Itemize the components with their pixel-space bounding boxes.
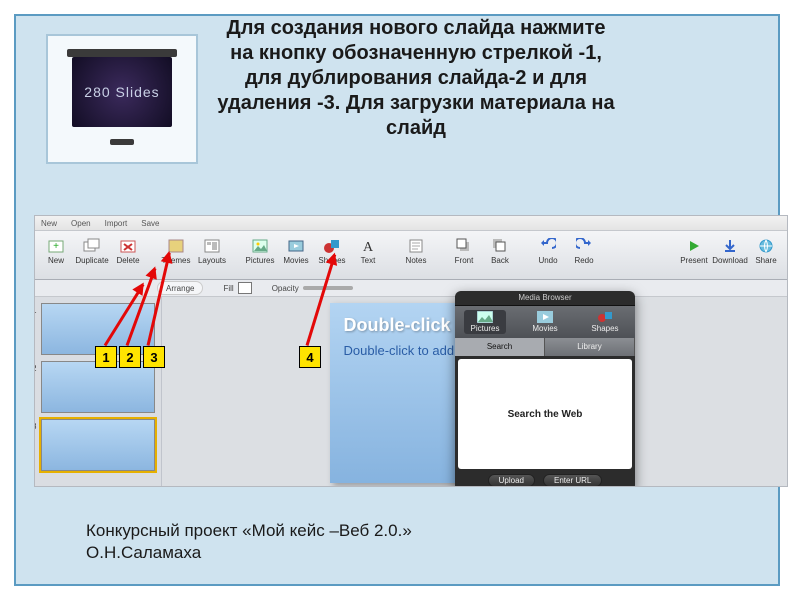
menu-open[interactable]: Open (71, 219, 91, 228)
new-slide-button[interactable]: + New (39, 233, 73, 273)
media-tab-pictures[interactable]: Pictures (464, 310, 506, 334)
media-browser-title: Media Browser (455, 291, 635, 306)
annotation-label-3: 3 (143, 346, 165, 368)
svg-text:+: + (53, 241, 59, 252)
notes-icon (408, 235, 424, 257)
movies-button[interactable]: Movies (279, 233, 313, 273)
text-button[interactable]: A Text (351, 233, 385, 273)
slide-thumbnail-3[interactable]: 3 (41, 419, 155, 471)
download-button[interactable]: Download (713, 233, 747, 273)
share-button[interactable]: Share (749, 233, 783, 273)
media-search-body[interactable]: Search the Web (458, 359, 632, 469)
duplicate-slide-button[interactable]: Duplicate (75, 233, 109, 273)
bring-front-button[interactable]: Front (447, 233, 481, 273)
redo-button[interactable]: Redo (567, 233, 601, 273)
notes-button[interactable]: Notes (399, 233, 433, 273)
redo-icon (576, 235, 592, 257)
send-back-button[interactable]: Back (483, 233, 517, 273)
slide-subtitle-placeholder[interactable]: Double-click to add (344, 343, 455, 358)
delete-icon (120, 235, 136, 257)
back-icon (492, 235, 508, 257)
annotation-label-1: 1 (95, 346, 117, 368)
movies-icon (288, 235, 304, 257)
delete-slide-button[interactable]: Delete (111, 233, 145, 273)
share-icon (758, 235, 774, 257)
footer-line-1: Конкурсный проект «Мой кейс –Веб 2.0.» (86, 520, 412, 542)
instruction-text: Для создания нового слайда нажмите на кн… (216, 16, 616, 141)
media-tab-shapes[interactable]: Shapes (584, 310, 626, 334)
movies-icon (537, 311, 553, 323)
shapes-icon (597, 311, 613, 323)
upload-button[interactable]: Upload (488, 474, 535, 486)
plus-icon: + (48, 235, 64, 257)
annotation-label-4: 4 (299, 346, 321, 368)
media-subtab-library[interactable]: Library (545, 338, 635, 356)
media-subtab-search[interactable]: Search (455, 338, 545, 356)
layouts-button[interactable]: Layouts (195, 233, 229, 273)
menu-import[interactable]: Import (105, 219, 128, 228)
opacity-control[interactable]: Opacity (272, 284, 353, 293)
pictures-icon (477, 311, 493, 323)
annotation-label-2: 2 (119, 346, 141, 368)
undo-icon (540, 235, 556, 257)
footer-credit: Конкурсный проект «Мой кейс –Веб 2.0.» О… (86, 520, 412, 564)
fill-control[interactable]: Fill (223, 282, 251, 294)
media-tab-movies[interactable]: Movies (524, 310, 566, 334)
app-logo-card: 280 Slides (46, 34, 198, 164)
app-menu-bar: New Open Import Save (35, 216, 787, 230)
app-screenshot: New Open Import Save + New Duplicate Del… (35, 216, 787, 486)
svg-text:A: A (363, 240, 374, 254)
arrange-control[interactable]: Arrange (157, 281, 203, 295)
logo-text: 280 Slides (84, 84, 159, 100)
front-icon (456, 235, 472, 257)
menu-save[interactable]: Save (141, 219, 159, 228)
text-icon: A (360, 235, 376, 257)
presentation-slide: 280 Slides Для создания нового слайда на… (14, 14, 780, 586)
footer-line-2: О.Н.Саламаха (86, 542, 412, 564)
projector-screen-icon: 280 Slides (62, 49, 182, 149)
media-browser-panel: Media Browser Pictures Movies Shapes Sea… (455, 291, 635, 486)
layouts-icon (204, 235, 220, 257)
slide-thumbnail-2[interactable]: 2 (41, 361, 155, 413)
slide-thumbnails: 1 2 3 (35, 297, 162, 486)
pictures-icon (252, 235, 268, 257)
undo-button[interactable]: Undo (531, 233, 565, 273)
play-icon (686, 235, 702, 257)
enter-url-button[interactable]: Enter URL (543, 474, 602, 486)
duplicate-icon (83, 235, 101, 257)
menu-new[interactable]: New (41, 219, 57, 228)
present-button[interactable]: Present (677, 233, 711, 273)
pictures-button[interactable]: Pictures (243, 233, 277, 273)
download-icon (722, 235, 738, 257)
